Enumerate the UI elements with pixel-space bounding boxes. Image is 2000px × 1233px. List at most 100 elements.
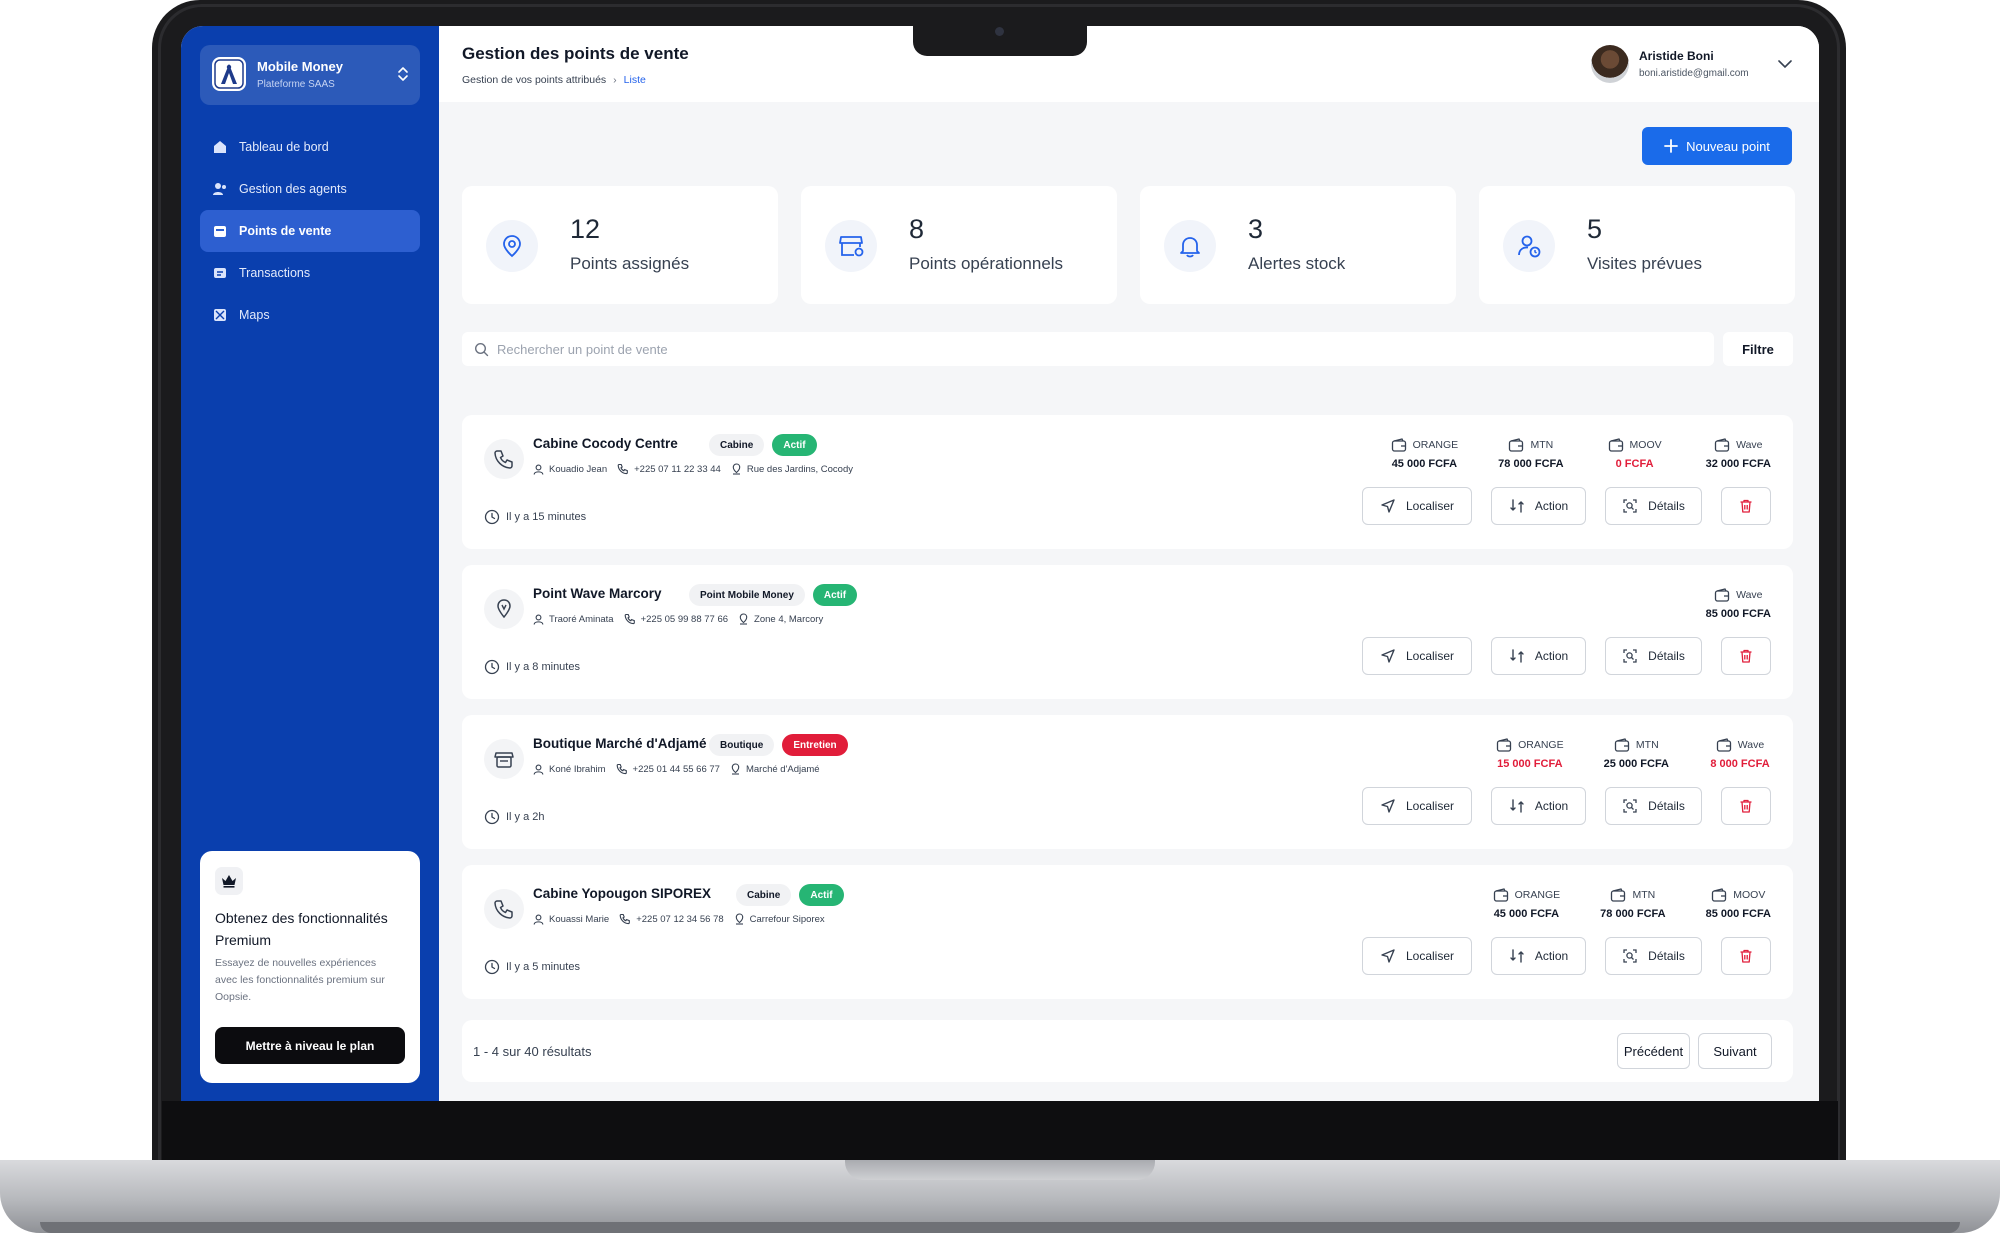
point-card: Boutique Marché d'Adjamé Boutique Entretie… — [462, 715, 1793, 849]
phone-icon — [619, 913, 631, 925]
delete-button[interactable] — [1721, 487, 1771, 525]
user-icon — [533, 764, 544, 775]
dashboard-icon — [214, 141, 226, 153]
localiser-label: Localiser — [1405, 949, 1455, 963]
last-update-text: Il y a 5 minutes — [506, 961, 580, 973]
upgrade-plan-button[interactable]: Mettre à niveau le plan — [215, 1027, 405, 1064]
balance-orange: ORANGE 45 000 FCFA — [1391, 437, 1459, 470]
app-subtitle: Plateforme SAAS — [257, 79, 335, 90]
sidebar-item-dashboard[interactable]: Tableau de bord — [200, 126, 420, 168]
action-label: Action — [1534, 499, 1569, 513]
agent-name: Koné Ibrahim — [549, 763, 606, 775]
trash-icon — [1740, 649, 1752, 663]
operator-balances: Wave 85 000 FCFA — [1706, 587, 1771, 620]
localiser-button[interactable]: Localiser — [1362, 787, 1472, 825]
sidebar-item-label: Points de vente — [239, 224, 332, 238]
filter-button[interactable]: Filtre — [1723, 332, 1793, 366]
address: Marché d'Adjamé — [745, 763, 820, 775]
user-icon — [533, 914, 544, 925]
premium-description: Essayez de nouvelles expériences avec le… — [215, 957, 385, 1003]
balance-mtn: MTN 78 000 FCFA — [1498, 437, 1564, 470]
user-icon — [533, 614, 544, 625]
point-card: Point Wave Marcory Point Mobile Money Acti… — [462, 565, 1793, 699]
balance-wave: Wave 85 000 FCFA — [1706, 587, 1771, 620]
balance-amount: 78 000 FCFA — [1600, 908, 1666, 920]
operator-name: Wave — [1736, 589, 1763, 601]
stat-value: 3 — [1248, 214, 1264, 244]
point-card: Cabine Yopougon SIPOREX Cabine Actif Kouass… — [462, 865, 1793, 999]
stat-card-points-assignes: 12 Points assignés — [462, 186, 778, 304]
swap-icon — [1510, 949, 1524, 963]
status-badge: Actif — [812, 584, 858, 606]
operator-balances: ORANGE 45 000 FCFA MTN 78 000 FCFA MOOV 85 00… — [1493, 887, 1771, 920]
action-button[interactable]: Action — [1491, 637, 1586, 675]
stat-card-alertes-stock: 3 Alertes stock — [1140, 186, 1456, 304]
sidebar-item-points-de-vente[interactable]: Points de vente — [200, 210, 420, 252]
wallet-icon — [1712, 887, 1727, 902]
wallet-icon — [1391, 437, 1406, 452]
details-label: Détails — [1648, 499, 1685, 513]
phone-icon — [624, 613, 635, 625]
localiser-button[interactable]: Localiser — [1362, 637, 1472, 675]
operator-name: MTN — [1632, 889, 1656, 901]
localiser-button[interactable]: Localiser — [1362, 487, 1472, 525]
new-point-button[interactable]: Nouveau point — [1642, 127, 1792, 165]
balance-amount: 45 000 FCFA — [1493, 908, 1560, 920]
phone-icon — [616, 763, 627, 775]
delete-button[interactable] — [1721, 937, 1771, 975]
next-page-button[interactable]: Suivant — [1698, 1033, 1772, 1069]
agent-name: Kouadio Jean — [549, 463, 608, 475]
breadcrumb-parent[interactable]: Gestion de vos points attribués — [462, 74, 606, 86]
premium-upgrade-card: Obtenez des fonctionnalités Premium Essa… — [200, 851, 420, 1083]
operator-balances: ORANGE 15 000 FCFA MTN 25 000 FCFA Wave 8 000… — [1496, 737, 1771, 770]
laptop-opening-notch — [845, 1160, 1155, 1180]
action-button[interactable]: Action — [1491, 487, 1586, 525]
details-button[interactable]: Détails — [1605, 787, 1702, 825]
operator-name: MTN — [1635, 739, 1659, 751]
navigation-icon — [1381, 799, 1395, 813]
type-badge: Point Mobile Money — [689, 584, 805, 606]
action-button[interactable]: Action — [1491, 937, 1586, 975]
chevron-down-icon[interactable] — [1777, 56, 1793, 74]
location-icon — [732, 463, 741, 475]
stat-label: Alertes stock — [1248, 254, 1346, 273]
details-label: Détails — [1648, 949, 1685, 963]
chevron-right-icon: › — [613, 74, 617, 86]
sidebar-item-maps[interactable]: Maps — [200, 294, 420, 336]
localiser-button[interactable]: Localiser — [1362, 937, 1472, 975]
results-summary: 1 - 4 sur 40 résultats — [473, 1044, 592, 1059]
bell-alert-icon — [1164, 220, 1216, 272]
transactions-icon — [214, 268, 226, 278]
avatar[interactable] — [1591, 45, 1629, 83]
phone-number: +225 05 99 88 77 66 — [640, 613, 729, 625]
swap-icon — [1510, 799, 1524, 813]
type-badge: Cabine — [709, 434, 765, 456]
balance-amount: 8 000 FCFA — [1710, 758, 1770, 770]
point-meta: Kouassi Marie +225 07 12 34 56 78 Carrefou… — [533, 913, 835, 925]
point-meta: Traoré Aminata +225 05 99 88 77 66 Zone 4,… — [533, 613, 833, 625]
sidebar-item-agents[interactable]: Gestion des agents — [200, 168, 420, 210]
clock-icon — [484, 959, 500, 975]
details-button[interactable]: Détails — [1605, 637, 1702, 675]
action-button[interactable]: Action — [1491, 787, 1586, 825]
camera-icon — [995, 27, 1004, 36]
workspace-switcher[interactable]: Mobile Money Plateforme SAAS — [200, 45, 420, 105]
phone-icon — [617, 463, 628, 475]
balance-amount: 25 000 FCFA — [1603, 758, 1669, 770]
details-button[interactable]: Détails — [1605, 487, 1702, 525]
clock-icon — [484, 809, 500, 825]
previous-page-button[interactable]: Précédent — [1617, 1033, 1690, 1069]
point-meta: Kouadio Jean +225 07 11 22 33 44 Rue des J… — [533, 463, 863, 475]
balance-mtn: MTN 25 000 FCFA — [1604, 737, 1669, 770]
operator-name: Wave — [1737, 739, 1765, 751]
delete-button[interactable] — [1721, 787, 1771, 825]
search-input[interactable] — [497, 341, 1677, 357]
agent-name: Kouassi Marie — [549, 913, 610, 925]
operator-name: ORANGE — [1412, 439, 1459, 451]
delete-button[interactable] — [1721, 637, 1771, 675]
sidebar-item-transactions[interactable]: Transactions — [200, 252, 420, 294]
balance-amount: 15 000 FCFA — [1497, 758, 1563, 770]
user-email: boni.aristide@gmail.com — [1639, 68, 1749, 79]
details-button[interactable]: Détails — [1605, 937, 1702, 975]
sidebar-item-label: Maps — [239, 308, 270, 322]
